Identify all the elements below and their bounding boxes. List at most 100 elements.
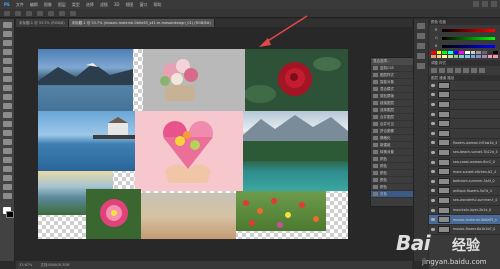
layer-row[interactable]: sea-coast-woman-6cc2_0 [429, 158, 500, 168]
eraser-tool-icon[interactable] [2, 112, 12, 118]
color-swatch[interactable] [481, 55, 487, 58]
layer-row[interactable] [429, 81, 500, 91]
color-swatch[interactable] [476, 51, 481, 54]
dodge-tool-icon[interactable] [2, 139, 12, 145]
blue-slider[interactable]: B [435, 43, 498, 49]
color-swatch[interactable] [436, 55, 442, 58]
menu-window[interactable]: 窗口 [139, 2, 147, 8]
brush-tool-icon[interactable] [2, 85, 12, 91]
healing-brush-icon[interactable] [2, 76, 12, 82]
color-swatch[interactable] [470, 51, 476, 54]
align-center-icon[interactable] [48, 10, 54, 16]
eye-icon[interactable] [431, 198, 435, 202]
character-panel-icon[interactable] [417, 43, 425, 49]
layer-row[interactable]: antique-flowers-5a7d_4 [429, 187, 500, 197]
color-swatch[interactable] [431, 55, 436, 58]
eye-icon[interactable] [431, 122, 435, 126]
vibrance-icon[interactable] [463, 68, 469, 73]
paragraph-panel-icon[interactable] [417, 53, 425, 59]
transform-controls-checkbox[interactable] [26, 10, 32, 16]
align-left-icon[interactable] [37, 10, 43, 16]
menu-file[interactable]: 文件 [16, 2, 24, 8]
stamp-tool-icon[interactable] [2, 94, 12, 100]
hand-tool-icon[interactable] [2, 184, 12, 190]
distribute-icon[interactable] [70, 10, 76, 16]
slider-track[interactable] [442, 28, 495, 32]
slider-track[interactable] [442, 44, 495, 48]
color-swatch[interactable] [447, 51, 453, 54]
brush-panel-icon[interactable] [417, 63, 425, 69]
curves-icon[interactable] [447, 68, 453, 73]
color-swatch[interactable] [459, 51, 464, 54]
color-swatch[interactable] [447, 55, 453, 58]
slider-track[interactable] [442, 36, 495, 40]
layer-row[interactable] [429, 119, 500, 129]
zoom-tool-icon[interactable] [2, 193, 12, 199]
move-tool-icon[interactable] [2, 22, 12, 28]
color-swatch[interactable] [481, 51, 487, 54]
auto-select-checkbox[interactable] [15, 10, 21, 16]
eye-icon[interactable] [431, 208, 435, 212]
eye-icon[interactable] [431, 141, 435, 145]
menu-3d[interactable]: 3D [114, 2, 120, 7]
eye-icon[interactable] [431, 189, 435, 193]
layer-row[interactable]: more-sunset-kitchen-b2_4 [429, 167, 500, 177]
eye-icon[interactable] [431, 150, 435, 154]
layer-row[interactable] [429, 91, 500, 101]
canvas-area[interactable]: 混合选项... 复制CSS 图层样式 智能对象 混合模式 剪贴蒙版 链接图层 选… [16, 15, 428, 261]
eyedropper-tool-icon[interactable] [2, 67, 12, 73]
eye-icon[interactable] [431, 102, 435, 106]
color-swatch[interactable] [493, 51, 498, 54]
red-slider[interactable]: R [435, 27, 498, 33]
path-select-icon[interactable] [2, 166, 12, 172]
layer-row[interactable] [429, 110, 500, 120]
history-brush-icon[interactable] [2, 103, 12, 109]
layer-row[interactable]: flowers-woman-fd7aw1b_4 [429, 139, 500, 149]
document-canvas[interactable] [38, 49, 348, 239]
layer-row[interactable]: mosaic-material-0b0e63_s [429, 215, 500, 225]
brightness-icon[interactable] [431, 68, 437, 73]
properties-panel-icon[interactable] [417, 33, 425, 39]
zoom-level[interactable]: 33.67% [19, 263, 32, 267]
eye-icon[interactable] [431, 83, 435, 87]
eye-icon[interactable] [431, 112, 435, 116]
balance-icon[interactable] [479, 68, 485, 73]
hue-icon[interactable] [471, 68, 477, 73]
menu-edit[interactable]: 编辑 [30, 2, 38, 8]
menu-select[interactable]: 选择 [86, 2, 94, 8]
move-tool-option-icon[interactable] [4, 10, 10, 16]
menu-type[interactable]: 类型 [72, 2, 80, 8]
color-swatch[interactable] [493, 55, 498, 58]
eye-icon[interactable] [431, 170, 435, 174]
align-right-icon[interactable] [59, 10, 65, 16]
layer-row[interactable]: sea-beach-sunset-7b22d_4 [429, 148, 500, 158]
pen-tool-icon[interactable] [2, 148, 12, 154]
color-swatch[interactable] [453, 55, 459, 58]
color-swatch[interactable] [436, 51, 442, 54]
color-swatch[interactable] [442, 55, 447, 58]
type-tool-icon[interactable] [2, 157, 12, 163]
color-swatch[interactable] [470, 55, 476, 58]
exposure-icon[interactable] [455, 68, 461, 73]
layer-row[interactable]: sea-wonderful-summer-f_4 [429, 196, 500, 206]
quick-select-tool-icon[interactable] [2, 49, 12, 55]
menu-view[interactable]: 视图 [125, 2, 133, 8]
color-panel-header[interactable]: 颜色 色板 [429, 19, 500, 25]
color-swatch[interactable] [487, 55, 493, 58]
layer-row[interactable]: bedroom-summer-3a4f_0 [429, 177, 500, 187]
lasso-tool-icon[interactable] [2, 40, 12, 46]
levels-icon[interactable] [439, 68, 445, 73]
eye-icon[interactable] [431, 131, 435, 135]
eye-icon[interactable] [431, 93, 435, 97]
menu-layer[interactable]: 图层 [58, 2, 66, 8]
ps-logo[interactable]: PS [4, 2, 10, 7]
maximize-button[interactable] [482, 1, 488, 7]
menu-help[interactable]: 帮助 [153, 2, 161, 8]
color-swatch[interactable] [487, 51, 493, 54]
gradient-tool-icon[interactable] [2, 121, 12, 127]
blur-tool-icon[interactable] [2, 130, 12, 136]
close-button[interactable] [491, 1, 497, 7]
document-tab-active[interactable]: 未标题-1 @ 33.7% (mosaic-material-0b0e63_s4… [68, 19, 215, 27]
document-tab[interactable]: 未标题-1 @ 33.3% (RGB/8) [16, 19, 69, 27]
eye-icon[interactable] [431, 160, 435, 164]
